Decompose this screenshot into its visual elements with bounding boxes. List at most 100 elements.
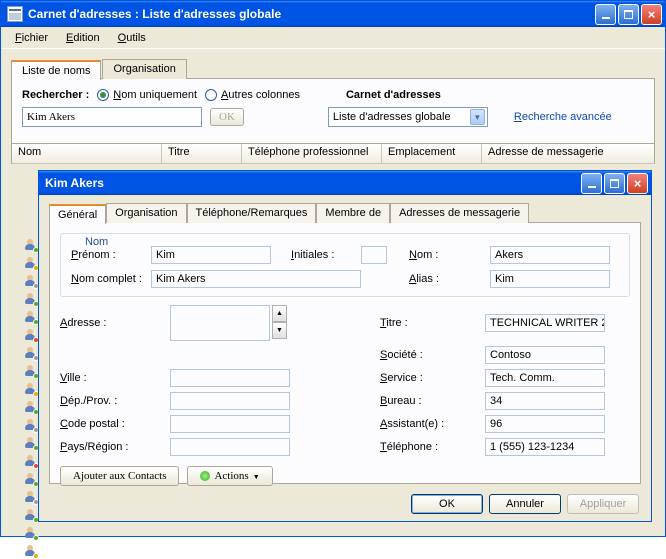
label-nom-complet: Nom complet :: [71, 273, 151, 285]
presence-icon: [23, 239, 39, 253]
presence-icon: [23, 509, 39, 523]
menu-file[interactable]: Fichier: [7, 30, 56, 46]
label-bureau: Bureau :: [380, 395, 475, 407]
field-cp: [170, 415, 290, 433]
radio-unchecked-icon: [205, 89, 217, 101]
dialog-title: Kim Akers: [45, 176, 581, 190]
field-assistant: 96: [485, 415, 605, 433]
label-cp: Code postal :: [60, 418, 160, 430]
tab-phone[interactable]: Téléphone/Remarques: [187, 203, 317, 223]
cancel-button[interactable]: Annuler: [489, 494, 561, 514]
main-titlebar: Carnet d'adresses : Liste d'adresses glo…: [1, 1, 665, 27]
chevron-down-icon: ▼: [470, 109, 485, 125]
actions-button[interactable]: Actions▼: [187, 466, 272, 486]
radio-other-cols[interactable]: Autres colonnes: [205, 89, 300, 101]
presence-icon: [23, 311, 39, 325]
ok-button[interactable]: OK: [411, 494, 483, 514]
col-phone[interactable]: Téléphone professionnel: [242, 144, 382, 163]
contact-dialog: Kim Akers × Général Organisation Télépho…: [38, 170, 652, 522]
dialog-content: Général Organisation Téléphone/Remarques…: [39, 195, 651, 521]
field-titre: TECHNICAL WRITER 2: [485, 314, 605, 332]
field-service: Tech. Comm.: [485, 369, 605, 387]
tab-org[interactable]: Organisation: [102, 59, 186, 79]
tab-names[interactable]: Liste de noms: [11, 60, 101, 80]
dialog-maximize-button[interactable]: [604, 173, 625, 194]
dialog-tab-row: Général Organisation Téléphone/Remarques…: [49, 203, 641, 223]
addressbook-select-value: Liste d'adresses globale: [333, 111, 451, 123]
field-ville: [170, 369, 290, 387]
field-dep: [170, 392, 290, 410]
label-prenom: Prénom :: [71, 249, 151, 261]
minimize-button[interactable]: [595, 4, 616, 25]
label-titre: Titre :: [380, 317, 475, 329]
presence-icon: [23, 491, 39, 505]
menu-edit[interactable]: Edition: [58, 30, 108, 46]
label-initiales: Initiales :: [291, 249, 361, 261]
field-telephone: 1 (555) 123-1234: [485, 438, 605, 456]
field-pays: [170, 438, 290, 456]
name-fieldset-label: Nom: [81, 236, 112, 248]
presence-icon: [23, 365, 39, 379]
addressbook-select[interactable]: Liste d'adresses globale ▼: [328, 107, 488, 127]
label-adresse: Adresse :: [60, 317, 160, 329]
addressbook-label: Carnet d'adresses: [346, 89, 441, 101]
field-societe: Contoso: [485, 346, 605, 364]
presence-icon: [23, 419, 39, 433]
main-tab-row: Liste de noms Organisation: [11, 59, 655, 79]
maximize-button[interactable]: [618, 4, 639, 25]
presence-icon: [23, 545, 39, 559]
presence-icon: [23, 527, 39, 541]
presence-icon: [23, 257, 39, 271]
addr-up-button[interactable]: ▲: [272, 305, 287, 322]
field-initiales: [361, 246, 387, 264]
presence-icon: [23, 275, 39, 289]
dialog-panel-general: Nom Prénom : Kim Initiales : Nom : Akers…: [49, 222, 641, 484]
label-ville: Ville :: [60, 372, 160, 384]
presence-icon: [23, 383, 39, 397]
search-ok-button[interactable]: OK: [210, 108, 244, 126]
tab-member[interactable]: Membre de: [316, 203, 390, 223]
menu-tools[interactable]: Outils: [110, 30, 154, 46]
name-fieldset: Nom Prénom : Kim Initiales : Nom : Akers…: [60, 233, 630, 297]
field-nom: Akers: [490, 246, 610, 264]
radio-checked-icon: [97, 89, 109, 101]
label-societe: Société :: [380, 349, 475, 361]
presence-icon: [23, 293, 39, 307]
tab-organisation[interactable]: Organisation: [106, 203, 186, 223]
field-adresse: [170, 305, 270, 341]
dialog-titlebar: Kim Akers ×: [39, 171, 651, 195]
label-dep: Dép./Prov. :: [60, 395, 160, 407]
close-button[interactable]: ×: [641, 4, 662, 25]
dialog-close-button[interactable]: ×: [627, 173, 648, 194]
col-email[interactable]: Adresse de messagerie: [482, 144, 654, 163]
radio-name-only[interactable]: Nom uniquement: [97, 89, 197, 101]
field-prenom: Kim: [151, 246, 271, 264]
presence-icon: [23, 473, 39, 487]
main-tab-panel: Rechercher : Nom uniquement Autres colon…: [11, 78, 655, 144]
main-window-title: Carnet d'adresses : Liste d'adresses glo…: [28, 7, 595, 21]
tab-general[interactable]: Général: [49, 204, 106, 224]
label-telephone: Téléphone :: [380, 441, 475, 453]
apply-button[interactable]: Appliquer: [567, 494, 639, 514]
dialog-bottom-buttons: OK Annuler Appliquer: [411, 494, 639, 514]
col-name[interactable]: Nom: [12, 144, 162, 163]
add-to-contacts-button[interactable]: Ajouter aux Contacts: [60, 466, 179, 486]
presence-icon: [23, 437, 39, 451]
addr-down-button[interactable]: ▼: [272, 322, 287, 339]
advanced-search-link[interactable]: Recherche avancée: [514, 111, 612, 123]
address-book-icon: [7, 6, 23, 22]
presence-icon: [23, 329, 39, 343]
col-title[interactable]: Titre: [162, 144, 242, 163]
label-alias: Alias :: [409, 273, 470, 285]
presence-icon: [23, 401, 39, 415]
green-dot-icon: [200, 471, 210, 481]
label-nom: Nom :: [409, 249, 470, 261]
search-label: Rechercher :: [22, 89, 89, 101]
search-input[interactable]: [22, 107, 202, 127]
dialog-minimize-button[interactable]: [581, 173, 602, 194]
chevron-down-icon: ▼: [253, 473, 260, 481]
label-assistant: Assistant(e) :: [380, 418, 475, 430]
col-location[interactable]: Emplacement: [382, 144, 482, 163]
field-nom-complet: Kim Akers: [151, 270, 361, 288]
tab-email[interactable]: Adresses de messagerie: [390, 203, 529, 223]
